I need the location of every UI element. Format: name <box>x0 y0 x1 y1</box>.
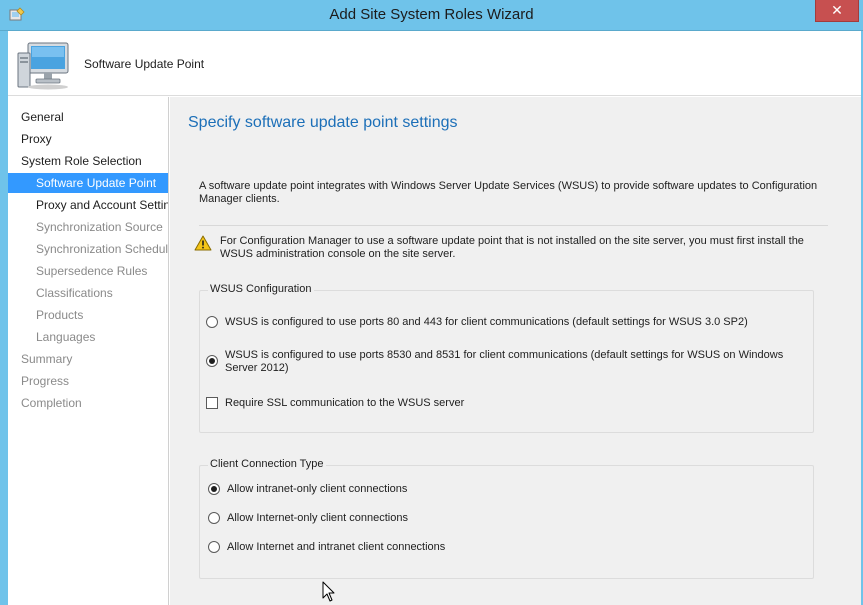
mouse-cursor-icon <box>322 581 335 602</box>
radio-ports-80-443[interactable] <box>206 316 218 328</box>
title-bar[interactable]: Add Site System Roles Wizard ✕ <box>0 0 863 31</box>
client-connection-type-title: Client Connection Type <box>208 458 326 470</box>
nav-item-system-role-selection[interactable]: System Role Selection <box>8 151 168 171</box>
nav-item-synchronization-schedule: Synchronization Schedule <box>36 242 169 256</box>
nav-item-synchronization-source: Synchronization Source <box>36 220 163 234</box>
nav-item-proxy[interactable]: Proxy <box>8 129 168 149</box>
label-ports-80-443[interactable]: WSUS is configured to use ports 80 and 4… <box>225 316 805 329</box>
warning-text: For Configuration Manager to use a softw… <box>220 235 804 260</box>
radio-intranet-only[interactable] <box>208 483 220 495</box>
nav-item-proxy-and-account-settings[interactable]: Proxy and Account Settings <box>8 195 168 215</box>
wizard-nav: General Proxy System Role Selection Soft… <box>8 97 169 605</box>
page-title: Specify software update point settings <box>188 114 458 131</box>
wsus-configuration-title: WSUS Configuration <box>208 283 314 295</box>
divider <box>199 225 828 226</box>
nav-item-general[interactable]: General <box>8 107 168 127</box>
nav-item-classifications: Classifications <box>36 286 113 300</box>
close-button[interactable]: ✕ <box>815 0 859 22</box>
wizard-header: Software Update Point <box>8 31 861 96</box>
label-internet-only[interactable]: Allow Internet-only client connections <box>227 512 627 525</box>
nav-item-languages: Languages <box>36 330 96 344</box>
nav-item-completion: Completion <box>21 396 82 410</box>
wsus-configuration-group: WSUS Configuration WSUS is configured to… <box>199 283 814 433</box>
client-connection-type-group: Client Connection Type Allow intranet-on… <box>199 458 814 579</box>
window-frame-left <box>0 31 8 605</box>
require-ssl-checkbox[interactable] <box>206 397 218 409</box>
label-intranet-only[interactable]: Allow intranet-only client connections <box>227 483 627 496</box>
nav-item-progress: Progress <box>21 374 70 388</box>
computer-icon <box>17 42 69 90</box>
wizard-content: Specify software update point settings A… <box>170 97 861 605</box>
require-ssl-label[interactable]: Require SSL communication to the WSUS se… <box>225 397 625 410</box>
radio-internet-only[interactable] <box>208 512 220 524</box>
nav-item-products: Products <box>36 308 84 322</box>
nav-item-software-update-point[interactable]: Software Update Point <box>8 173 168 193</box>
radio-internet-and-intranet[interactable] <box>208 541 220 553</box>
intro-text: A software update point integrates with … <box>199 180 818 205</box>
label-internet-and-intranet[interactable]: Allow Internet and intranet client conne… <box>227 541 627 554</box>
nav-item-supersedence-rules: Supersedence Rules <box>36 264 148 278</box>
nav-item-summary: Summary <box>21 352 73 366</box>
warning-icon <box>194 235 212 251</box>
header-title: Software Update Point <box>84 57 205 71</box>
radio-ports-8530-8531[interactable] <box>206 355 218 367</box>
window-title: Add Site System Roles Wizard <box>329 6 534 23</box>
label-ports-8530-8531[interactable]: WSUS is configured to use ports 8530 and… <box>225 349 785 375</box>
